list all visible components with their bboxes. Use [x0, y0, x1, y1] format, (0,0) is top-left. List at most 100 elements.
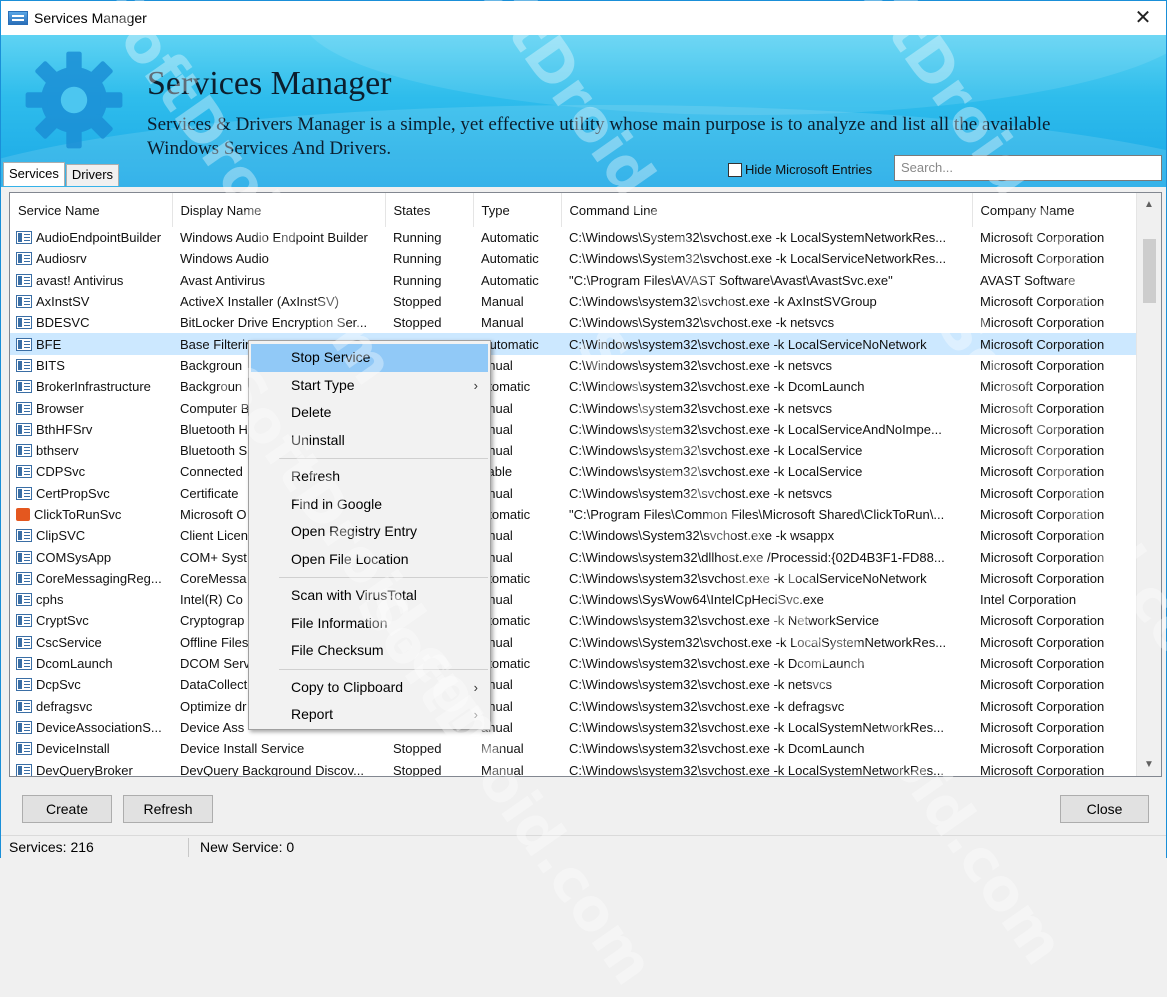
refresh-button[interactable]: Refresh	[123, 795, 213, 823]
cell-text: Microsoft Corporation	[980, 719, 1105, 735]
cell-command-line: C:\Windows\system32\svchost.exe -k netsv…	[561, 483, 972, 504]
cell-command-line: C:\Windows\System32\svchost.exe -k Local…	[561, 632, 972, 653]
cell-text: C:\Windows\System32\svchost.exe -k netsv…	[569, 315, 835, 331]
scroll-thumb[interactable]	[1143, 239, 1156, 303]
create-button[interactable]: Create	[22, 795, 112, 823]
table-row[interactable]: CertPropSvc Certificate anual C:\Windows\sy…	[10, 483, 1137, 504]
cell-command-line: C:\Windows\system32\svchost.exe -k Local…	[561, 440, 972, 461]
menu-item-file-information[interactable]: File Information	[249, 610, 490, 638]
services-table[interactable]: Service Name Display Name States Type Co…	[9, 192, 1162, 777]
cell-command-line: C:\Windows\System32\svchost.exe -k wsapp…	[561, 525, 972, 546]
cell-text: C:\Windows\SysWow64\IntelCpHeciSvc.exe	[569, 592, 824, 608]
menu-item-label: Start Type	[291, 376, 355, 393]
cell-command-line: C:\Windows\system32\svchost.exe -k DcomL…	[561, 653, 972, 674]
cell-text: C:\Windows\system32\svchost.exe -k DcomL…	[569, 379, 865, 395]
tab-strip: Services Drivers	[3, 162, 120, 188]
menu-item-stop-service[interactable]: Stop Service	[251, 344, 488, 372]
menu-item-label: Uninstall	[291, 431, 345, 448]
close-window-button[interactable]: ✕	[1120, 1, 1166, 35]
service-icon	[16, 720, 32, 734]
menu-item-start-type[interactable]: Start Type ›	[249, 372, 490, 400]
menu-item-copy-to-clipboard[interactable]: Copy to Clipboard ›	[249, 674, 490, 702]
tab-services[interactable]: Services	[3, 162, 65, 186]
cell-display-name: DevQuery Background Discov...	[172, 759, 385, 776]
table-row[interactable]: defragsvc Optimize dr anual C:\Windows\syst…	[10, 696, 1137, 717]
table-row[interactable]: DeviceAssociationS... Device Ass anual C:\W…	[10, 717, 1137, 738]
table-row[interactable]: Browser Computer Banual C:\Windows\system3…	[10, 397, 1137, 418]
table-row[interactable]: bthserv Bluetooth Sanual C:\Windows\system…	[10, 440, 1137, 461]
scroll-down-icon[interactable]: ▼	[1144, 759, 1154, 770]
cell-company-name: Microsoft Corporation	[972, 568, 1137, 589]
cell-text: BFE	[36, 336, 62, 352]
cell-text: Audiosrv	[36, 251, 87, 267]
cell-service-name: BDESVC	[10, 312, 172, 333]
menu-item-report[interactable]: Report ›	[249, 701, 490, 729]
scroll-up-icon[interactable]: ▲	[1144, 199, 1154, 210]
cell-company-name: Microsoft Corporation	[972, 461, 1137, 482]
cell-company-name: Microsoft Corporation	[972, 376, 1137, 397]
menu-item-scan-with-virustotal[interactable]: Scan with VirusTotal	[249, 582, 490, 610]
table-row[interactable]: ClipSVC Client Licen anual C:\Windows\Syste…	[10, 525, 1137, 546]
menu-item-uninstall[interactable]: Uninstall	[249, 427, 490, 455]
cell-text: Intel(R) Co	[180, 592, 243, 608]
table-row[interactable]: avast! Antivirus Avast Antivirus Running Au…	[10, 270, 1137, 291]
table-row[interactable]: BITS Backgroun anual C:\Windows\system32\sv…	[10, 355, 1137, 376]
column-header-command-line[interactable]: Command Line	[561, 193, 973, 227]
menu-item-open-registry-entry[interactable]: Open Registry Entry	[249, 518, 490, 546]
table-row[interactable]: AxInstSV ActiveX Installer (AxInstSV) Stop…	[10, 291, 1137, 312]
cell-service-name: ClickToRunSvc	[10, 504, 172, 525]
table-row[interactable]: COMSysApp COM+ Syst anual C:\Windows\system…	[10, 546, 1137, 567]
cell-text: Microsoft Corporation	[980, 677, 1105, 693]
menu-separator	[279, 458, 488, 459]
services-count: Services: 216	[9, 839, 94, 855]
menu-item-open-file-location[interactable]: Open File Location	[249, 546, 490, 574]
table-row[interactable]: DcomLaunch DCOM Serv utomatic C:\Windows\sy…	[10, 653, 1137, 674]
checkbox-box[interactable]	[728, 162, 742, 177]
table-row[interactable]: BrokerInfrastructure Backgroun utomatic C:\…	[10, 376, 1137, 397]
table-row[interactable]: CscService Offline Files anual C:\Windows\S…	[10, 632, 1137, 653]
table-row[interactable]: Audiosrv Windows Audio Running Automatic C:\…	[10, 248, 1137, 269]
menu-item-delete[interactable]: Delete	[249, 399, 490, 427]
search-input[interactable]: Search...	[894, 155, 1162, 181]
menu-item-refresh[interactable]: Refresh	[249, 463, 490, 491]
cell-display-name: Windows Audio Endpoint Builder	[172, 227, 385, 248]
table-row[interactable]: BFE Base Filterin Automatic C:\Windows\syst…	[10, 333, 1137, 355]
table-row[interactable]: CoreMessagingReg... CoreMessa utomatic C:\W…	[10, 568, 1137, 589]
tab-drivers[interactable]: Drivers	[65, 164, 120, 186]
table-row[interactable]: CDPSvc Connected sable C:\Windows\system32\…	[10, 461, 1137, 482]
cell-company-name: Microsoft Corporation	[972, 227, 1137, 248]
cell-text: Microsoft Corporation	[980, 570, 1105, 586]
cell-service-name: BITS	[10, 355, 172, 376]
cell-state: Stopped	[385, 738, 473, 759]
column-header-type[interactable]: Type	[473, 193, 562, 227]
cell-text: Microsoft Corporation	[980, 634, 1105, 650]
cell-company-name: Microsoft Corporation	[972, 291, 1137, 312]
table-row[interactable]: AudioEndpointBuilder Windows Audio Endpoi…	[10, 227, 1137, 248]
column-header-service-name[interactable]: Service Name	[10, 193, 173, 227]
close-button[interactable]: Close	[1060, 795, 1149, 823]
column-header-display-name[interactable]: Display Name	[172, 193, 386, 227]
vertical-scrollbar[interactable]: ▲ ▼	[1136, 193, 1161, 776]
hide-microsoft-checkbox[interactable]: Hide Microsoft Entries	[728, 162, 872, 177]
column-header-company-name[interactable]: Company Name	[972, 193, 1138, 227]
table-row[interactable]: DeviceInstall Device Install Service Stopp…	[10, 738, 1137, 759]
menu-item-label: Open File Location	[291, 550, 409, 567]
table-row[interactable]: DcpSvc DataCollect anual C:\Windows\system3…	[10, 674, 1137, 695]
cell-text: Microsoft Corporation	[980, 443, 1105, 459]
cell-text: DcpSvc	[36, 677, 81, 693]
cell-text: BDESVC	[36, 315, 90, 331]
cell-display-name: Windows Audio	[172, 248, 385, 269]
cell-type: Automatic	[473, 227, 561, 248]
cell-text: Client Licen	[180, 528, 248, 544]
table-row[interactable]: CryptSvc Cryptograp utomatic C:\Windows\sys…	[10, 610, 1137, 631]
cell-command-line: C:\Windows\system32\svchost.exe -k Netwo…	[561, 610, 972, 631]
table-row[interactable]: cphs Intel(R) Co anual C:\Windows\SysWow64\…	[10, 589, 1137, 610]
menu-item-file-checksum[interactable]: File Checksum	[249, 637, 490, 665]
cell-text: ActiveX Installer (AxInstSV)	[180, 294, 339, 310]
table-row[interactable]: BDESVC BitLocker Drive Encryption Ser... S…	[10, 312, 1137, 333]
menu-item-find-in-google[interactable]: Find in Google	[249, 491, 490, 519]
column-header-states[interactable]: States	[385, 193, 474, 227]
table-row[interactable]: ClickToRunSvc Microsoft Outomatic "C:\Prog…	[10, 504, 1137, 525]
table-row[interactable]: BthHFSrv Bluetooth Hanual C:\Windows\syste…	[10, 419, 1137, 440]
table-row[interactable]: DevQueryBroker DevQuery Background Discov…	[10, 759, 1137, 776]
